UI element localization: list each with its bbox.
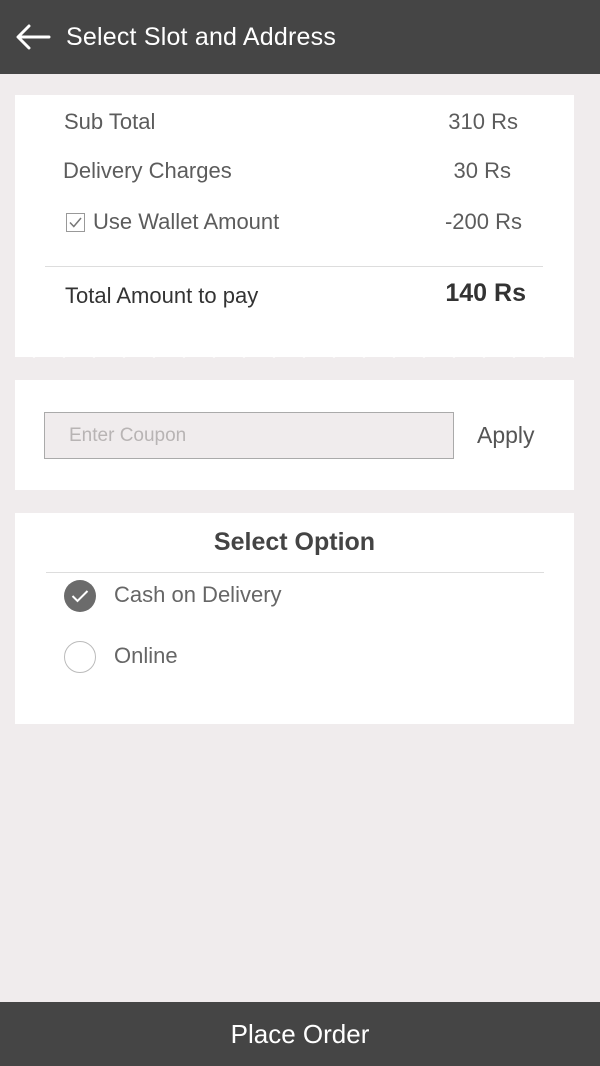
total-value: 140 Rs <box>445 279 526 307</box>
receipt-zigzag-edge <box>15 344 574 358</box>
wallet-label: Use Wallet Amount <box>93 209 280 234</box>
payment-option-online[interactable]: Online <box>15 637 574 677</box>
place-order-button[interactable]: Place Order <box>0 1002 600 1066</box>
radio-checked-icon[interactable] <box>64 580 96 612</box>
checkout-screen: Select Slot and Address Sub Total 310 Rs… <box>0 0 600 1066</box>
delivery-charges-label: Delivery Charges <box>63 158 232 183</box>
cash-on-delivery-label: Cash on Delivery <box>114 582 282 607</box>
online-label: Online <box>114 643 178 668</box>
app-bar: Select Slot and Address <box>0 0 600 74</box>
options-divider <box>46 572 544 573</box>
wallet-checkbox[interactable] <box>66 213 85 232</box>
coupon-input[interactable] <box>44 412 454 459</box>
checkmark-icon <box>69 217 82 228</box>
wallet-value: -200 Rs <box>444 209 522 234</box>
radio-unchecked-icon[interactable] <box>64 641 96 673</box>
sub-total-value: 310 Rs <box>448 109 518 134</box>
arrow-left-icon <box>16 24 51 50</box>
bill-summary-card: Sub Total 310 Rs Delivery Charges 30 Rs … <box>15 95 574 357</box>
checkmark-icon <box>71 590 89 603</box>
coupon-card: Apply <box>15 380 574 490</box>
payment-option-card: Select Option <box>15 513 574 724</box>
payment-option-cash-on-delivery[interactable]: Cash on Delivery <box>15 576 574 616</box>
back-button[interactable] <box>0 0 66 74</box>
total-label: Total Amount to pay <box>65 283 259 308</box>
page-title: Select Slot and Address <box>66 22 337 51</box>
sub-total-label: Sub Total <box>64 109 156 134</box>
delivery-charges-value: 30 Rs <box>453 158 511 183</box>
payment-options-title: Select Option <box>213 528 376 556</box>
apply-coupon-button[interactable]: Apply <box>477 422 535 449</box>
bill-divider <box>45 266 543 267</box>
